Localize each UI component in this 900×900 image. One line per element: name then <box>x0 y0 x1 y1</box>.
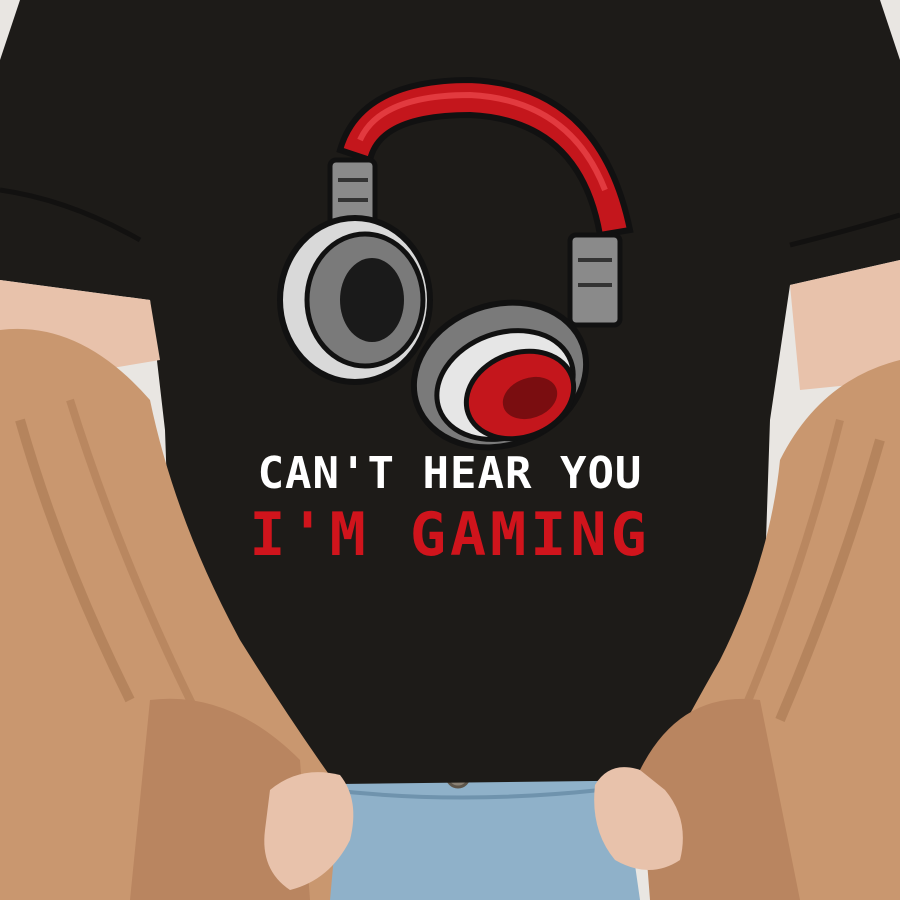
right-slider <box>567 232 623 328</box>
left-ear-cup-center <box>340 258 404 342</box>
print-line-2: I'M GAMING <box>249 500 651 570</box>
product-photo: CAN'T HEAR YOU I'M GAMING <box>0 0 900 900</box>
print-line-1: CAN'T HEAR YOU <box>257 448 643 499</box>
